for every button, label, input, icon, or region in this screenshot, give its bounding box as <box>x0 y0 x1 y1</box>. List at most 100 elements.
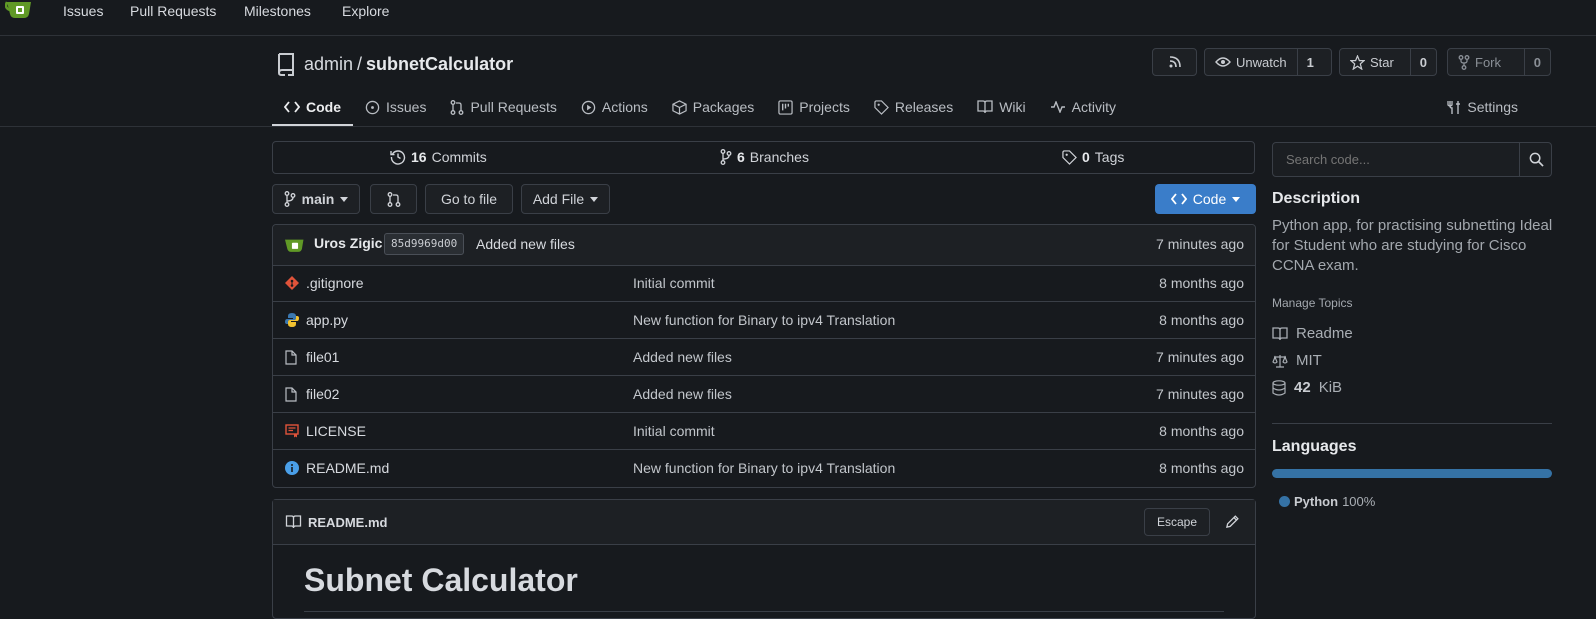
code-icon <box>284 101 300 113</box>
branches-link[interactable]: 6 Branches <box>720 149 809 165</box>
commit-time: 7 minutes ago <box>1156 236 1244 252</box>
repo-name-link[interactable]: subnetCalculator <box>366 54 513 75</box>
star-icon <box>1350 54 1365 70</box>
law-icon <box>1272 354 1288 368</box>
tags-label: Tags <box>1094 149 1125 165</box>
pull-request-icon <box>450 99 464 115</box>
tab-projects-label: Projects <box>799 99 850 115</box>
readme-heading: Subnet Calculator <box>304 562 578 598</box>
tab-projects[interactable]: Projects <box>766 90 862 124</box>
unwatch-button[interactable]: Unwatch <box>1205 49 1297 75</box>
repo-owner-link[interactable]: admin <box>304 54 353 75</box>
tab-actions[interactable]: Actions <box>569 90 660 124</box>
readme-divider <box>304 611 1224 612</box>
branches-label: Branches <box>749 149 809 165</box>
clone-code-button[interactable]: Code <box>1155 184 1256 214</box>
rss-button[interactable] <box>1152 48 1197 76</box>
repo-description: Python app, for practising subnetting Id… <box>1272 217 1553 274</box>
tab-wiki[interactable]: Wiki <box>965 90 1037 124</box>
rss-icon <box>1168 55 1182 69</box>
file-row[interactable]: file01 Added new files 7 minutes ago <box>273 339 1255 376</box>
fork-button[interactable]: Fork <box>1448 49 1524 75</box>
search-button[interactable] <box>1519 143 1552 176</box>
languages-heading: Languages <box>1272 438 1357 455</box>
add-file-label: Add File <box>532 191 585 207</box>
code-search-box <box>1272 142 1552 177</box>
nav-issues-link[interactable]: Issues <box>63 3 103 19</box>
file-commit-message[interactable]: New function for Binary to ipv4 Translat… <box>633 460 895 476</box>
tab-issues-label: Issues <box>386 99 427 115</box>
file-name[interactable]: app.py <box>306 312 348 328</box>
star-button[interactable]: Star <box>1340 49 1410 75</box>
sidebar-size: 42 KiB <box>1272 379 1342 396</box>
sidebar-readme-label: Readme <box>1296 325 1353 342</box>
fork-count[interactable]: 0 <box>1523 49 1550 75</box>
top-navbar: Issues Pull Requests Milestones Explore <box>0 0 1596 36</box>
file-name[interactable]: .gitignore <box>306 275 364 291</box>
file-name[interactable]: file01 <box>306 349 339 365</box>
file-name[interactable]: LICENSE <box>306 423 366 439</box>
caret-down-icon <box>590 196 599 202</box>
file-commit-message[interactable]: Initial commit <box>633 423 715 439</box>
file-row[interactable]: file02 Added new files 7 minutes ago <box>273 376 1255 413</box>
commit-message[interactable]: Added new files <box>476 236 575 252</box>
tab-settings[interactable]: Settings <box>1447 90 1518 124</box>
file-name[interactable]: file02 <box>306 386 339 402</box>
escape-button[interactable]: Escape <box>1144 508 1210 536</box>
readme-filename[interactable]: README.md <box>308 515 387 530</box>
tab-pull-requests-label: Pull Requests <box>470 99 557 115</box>
sidebar-readme-link[interactable]: Readme <box>1272 325 1353 342</box>
watch-count[interactable]: 1 <box>1296 49 1323 75</box>
file-name[interactable]: README.md <box>306 460 389 476</box>
play-icon <box>581 100 596 115</box>
nav-explore-link[interactable]: Explore <box>342 3 389 19</box>
file-row[interactable]: LICENSE Initial commit 8 months ago <box>273 413 1255 450</box>
file-row[interactable]: app.py New function for Binary to ipv4 T… <box>273 302 1255 339</box>
file-row[interactable]: .gitignore Initial commit 8 months ago <box>273 265 1255 302</box>
commits-link[interactable]: 16 Commits <box>390 149 487 165</box>
issue-icon <box>365 100 380 115</box>
tab-issues[interactable]: Issues <box>353 90 438 124</box>
tag-icon <box>1062 149 1077 165</box>
tab-releases[interactable]: Releases <box>862 90 965 124</box>
file-commit-message[interactable]: Initial commit <box>633 275 715 291</box>
tags-link[interactable]: 0 Tags <box>1062 149 1124 165</box>
compare-button[interactable] <box>370 184 417 214</box>
tab-pull-requests[interactable]: Pull Requests <box>438 90 568 124</box>
repo-header: admin / subnetCalculator Unwatch 1 Star … <box>0 36 1596 127</box>
sidebar-license-link[interactable]: MIT <box>1272 352 1322 369</box>
code-icon <box>1170 193 1187 205</box>
search-input[interactable] <box>1273 143 1519 176</box>
file-commit-message[interactable]: Added new files <box>633 349 732 365</box>
pencil-icon[interactable] <box>1225 514 1240 529</box>
tab-settings-label: Settings <box>1467 99 1518 115</box>
description-heading: Description <box>1272 190 1361 207</box>
clone-code-label: Code <box>1192 191 1227 207</box>
commit-sha-badge[interactable]: 85d9969d00 <box>384 233 465 255</box>
caret-down-icon <box>1232 196 1241 202</box>
file-commit-message[interactable]: New function for Binary to ipv4 Translat… <box>633 312 895 328</box>
branch-selector[interactable]: main <box>272 184 360 214</box>
manage-topics-link[interactable]: Manage Topics <box>1272 296 1353 310</box>
commit-author[interactable]: Uros Zigic <box>314 235 382 251</box>
file-row[interactable]: README.md New function for Binary to ipv… <box>273 450 1255 487</box>
language-percent: 100% <box>1342 494 1376 509</box>
database-icon <box>1272 379 1286 396</box>
file-time: 8 months ago <box>1159 423 1244 439</box>
tab-code[interactable]: Code <box>272 90 353 126</box>
add-file-button[interactable]: Add File <box>521 184 610 214</box>
book-icon <box>285 515 302 529</box>
avatar[interactable] <box>283 235 307 255</box>
license-icon <box>285 424 299 438</box>
tab-activity[interactable]: Activity <box>1038 90 1128 124</box>
star-count[interactable]: 0 <box>1409 49 1436 75</box>
file-commit-message[interactable]: Added new files <box>633 386 732 402</box>
go-to-file-button[interactable]: Go to file <box>425 184 513 214</box>
tab-packages[interactable]: Packages <box>660 90 766 124</box>
file-time: 7 minutes ago <box>1156 386 1244 402</box>
tab-activity-label: Activity <box>1071 99 1116 115</box>
gitea-logo-icon[interactable] <box>5 0 35 22</box>
star-label: Star <box>1370 54 1394 70</box>
nav-milestones-link[interactable]: Milestones <box>244 3 311 19</box>
nav-pull-requests-link[interactable]: Pull Requests <box>130 3 216 19</box>
